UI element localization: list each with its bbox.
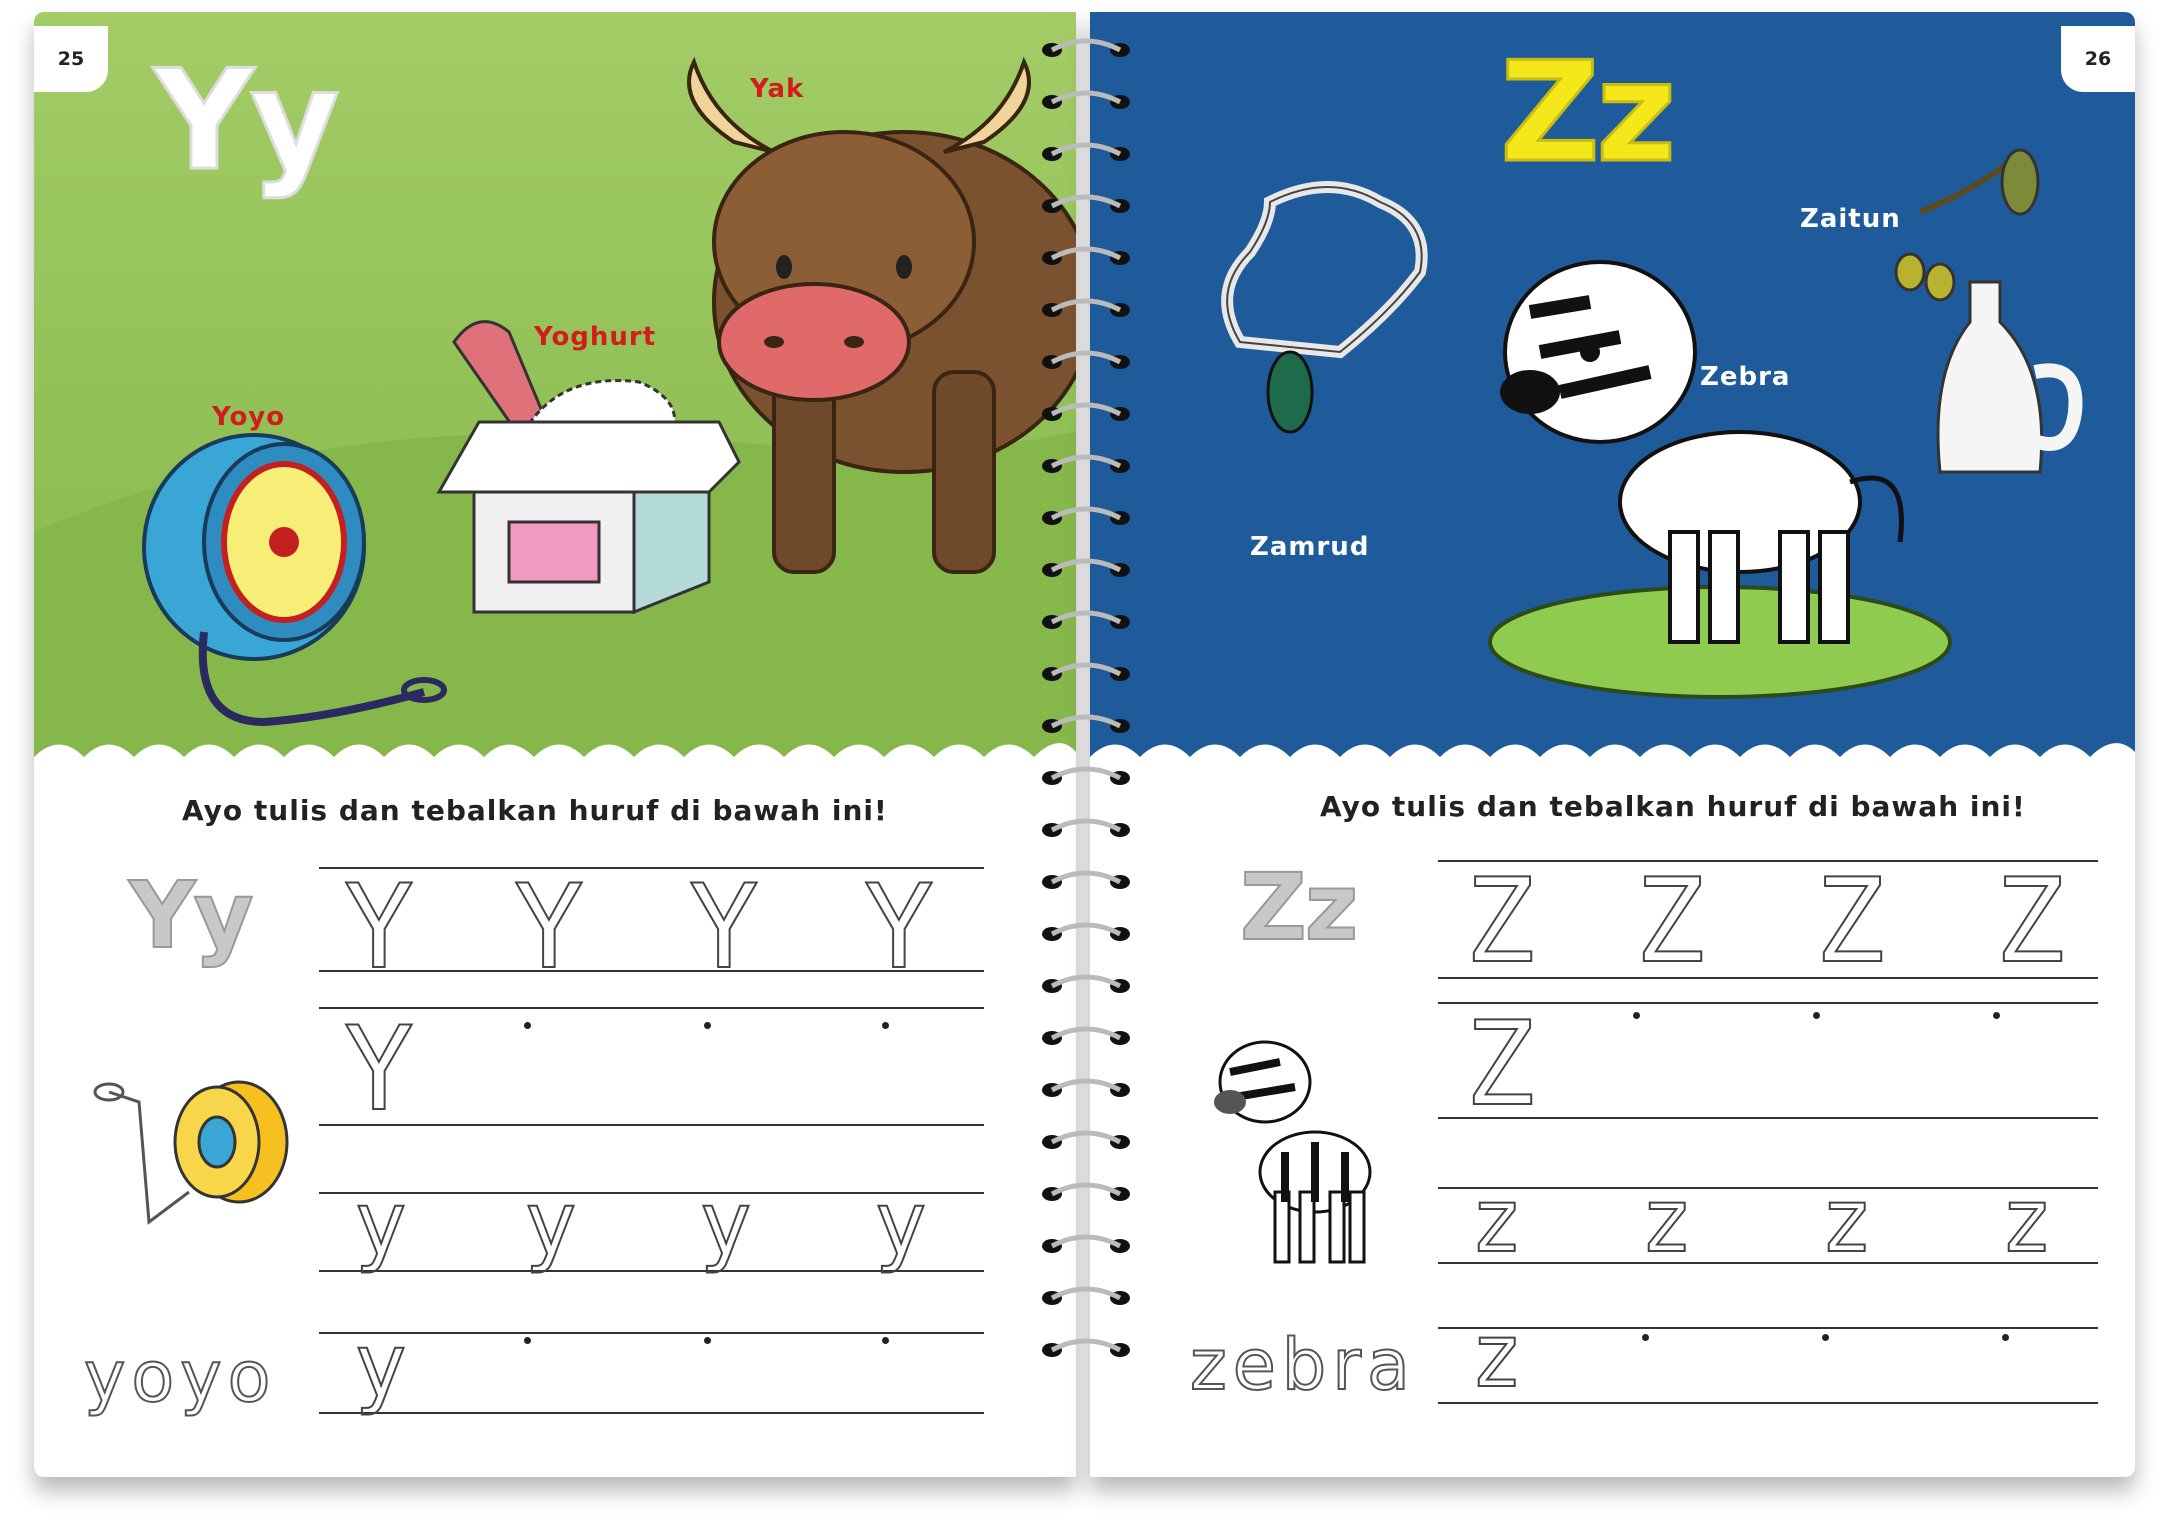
writing-line <box>1438 1402 2098 1404</box>
start-dot <box>524 1337 531 1344</box>
start-dot <box>1813 1012 1820 1019</box>
binding-ring <box>1050 818 1122 833</box>
right-scene: 26 Zz Zamrud Zebra Zaitun <box>1090 12 2135 782</box>
small-yoyo-illustration <box>93 1080 289 1225</box>
start-dot <box>704 1337 711 1344</box>
trace-letter: y <box>698 1172 753 1275</box>
trace-letter: Y <box>513 860 585 995</box>
binding-ring <box>1050 974 1122 989</box>
binding-ring <box>1050 1078 1122 1093</box>
binding-ring <box>1050 38 1122 53</box>
binding-ring <box>1050 558 1122 573</box>
label-yoyo: Yoyo <box>212 402 286 432</box>
necklace-illustration <box>1221 181 1428 434</box>
binding-ring <box>1050 766 1122 781</box>
big-letter-pair: Zz <box>1498 32 1677 193</box>
binding-ring <box>1050 870 1122 885</box>
small-zebra-illustration <box>1214 1040 1372 1264</box>
writing-line <box>319 1332 984 1334</box>
binding-ring <box>1050 1026 1122 1041</box>
instruction-text: Ayo tulis dan tebalkan huruf di bawah in… <box>1320 790 2026 823</box>
label-zaitun: Zaitun <box>1800 204 1901 234</box>
binding-ring <box>1050 1286 1122 1301</box>
yoghurt-illustration <box>436 320 741 615</box>
binding-ring <box>1050 350 1122 365</box>
word-trace: zebra <box>1189 1324 1416 1406</box>
writing-line <box>1438 1327 2098 1329</box>
writing-line <box>1438 1262 2098 1264</box>
start-dot <box>1642 1334 1649 1341</box>
trace-letter: z <box>1819 1169 1874 1272</box>
start-dot <box>882 1337 889 1344</box>
spiral-binding <box>1042 38 1130 1357</box>
binding-ring <box>1050 506 1122 521</box>
start-dot <box>704 1022 711 1029</box>
writing-line <box>1438 1117 2098 1119</box>
writing-line <box>1438 1187 2098 1189</box>
instruction-text: Ayo tulis dan tebalkan huruf di bawah in… <box>182 794 888 827</box>
trace-letter: y <box>523 1172 578 1275</box>
trace-letter: z <box>1469 1169 1524 1272</box>
binding-ring <box>1050 454 1122 469</box>
binding-ring <box>1050 90 1122 105</box>
writing-line <box>1438 1002 2098 1004</box>
left-scene: 25 Yy Yak Yoghurt Yoyo <box>34 12 1076 782</box>
binding-ring <box>1050 1130 1122 1145</box>
page-number: 25 <box>34 26 108 92</box>
trace-letter: y <box>353 1314 408 1417</box>
trace-letter: z <box>1639 1169 1694 1272</box>
trace-letter: Y <box>863 860 935 995</box>
label-zamrud: Zamrud <box>1250 532 1370 562</box>
trace-letter: Z <box>1464 997 1536 1132</box>
label-zebra: Zebra <box>1700 362 1791 392</box>
trace-letter: Z <box>1994 854 2066 989</box>
binding-ring <box>1050 194 1122 209</box>
start-dot <box>1822 1334 1829 1341</box>
side-letter-pair: Zz <box>1239 854 1359 961</box>
start-dot <box>1633 1012 1640 1019</box>
big-letter-pair: Yy <box>153 40 342 201</box>
trace-letter: y <box>353 1172 408 1275</box>
trace-letter: Y <box>688 860 760 995</box>
yoyo-illustration <box>142 433 447 727</box>
trace-letter: Y <box>343 860 415 995</box>
label-yak: Yak <box>750 74 805 104</box>
olive-vase-illustration <box>1894 148 2083 474</box>
binding-ring <box>1050 714 1122 729</box>
binding-ring <box>1050 298 1122 313</box>
start-dot <box>882 1022 889 1029</box>
binding-ring <box>1050 922 1122 937</box>
writing-line <box>319 1007 984 1009</box>
binding-ring <box>1050 662 1122 677</box>
writing-line <box>319 1124 984 1126</box>
binding-ring <box>1050 1182 1122 1197</box>
binding-ring <box>1050 610 1122 625</box>
binding-ring <box>1050 142 1122 157</box>
trace-letter: Y <box>343 1002 415 1137</box>
side-letter-pair: Yy <box>128 862 255 969</box>
trace-letter: z <box>1469 1304 1524 1407</box>
trace-letter: y <box>873 1172 928 1275</box>
binding-ring <box>1050 246 1122 261</box>
start-dot <box>2002 1334 2009 1341</box>
binding-ring <box>1050 402 1122 417</box>
page-number: 26 <box>2061 26 2135 92</box>
start-dot <box>1993 1012 2000 1019</box>
word-trace: yoyo <box>83 1336 277 1418</box>
trace-letter: Z <box>1634 854 1706 989</box>
trace-letter: Z <box>1814 854 1886 989</box>
label-yoghurt: Yoghurt <box>534 322 657 352</box>
right-page: 26 Zz Zamrud Zebra Zaitun Ayo tulis dan … <box>1090 12 2135 1477</box>
writing-line <box>319 1412 984 1414</box>
start-dot <box>524 1022 531 1029</box>
left-page: 25 Yy Yak Yoghurt Yoyo Ayo tulis dan teb… <box>34 12 1076 1477</box>
trace-letter: z <box>1999 1169 2054 1272</box>
binding-ring <box>1050 1338 1122 1353</box>
trace-letter: Z <box>1464 854 1536 989</box>
binding-ring <box>1050 1234 1122 1249</box>
